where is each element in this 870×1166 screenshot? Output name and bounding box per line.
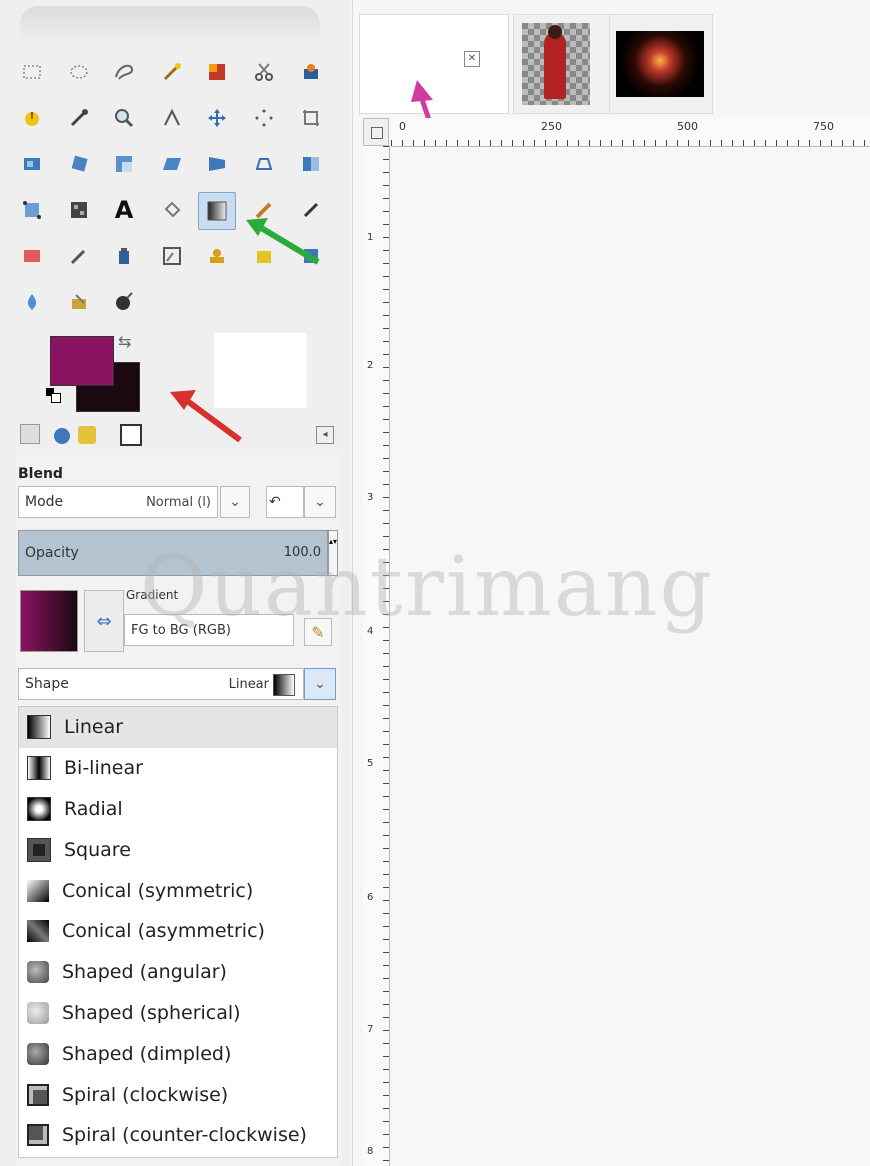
menu-item-label: Bi-linear (64, 757, 143, 780)
mode-value: Normal (l) (146, 494, 211, 510)
green-annotation-arrow (256, 223, 320, 265)
shape-option-bilinear[interactable]: Bi-linear (19, 748, 337, 789)
shape-row: Shape Linear (18, 668, 304, 700)
ruler-v-label-0: 1 (367, 232, 374, 243)
shaped-spherical-icon (27, 1001, 49, 1024)
radial-gradient-icon (27, 796, 51, 821)
mode-row: Mode Normal (l) (18, 486, 218, 518)
linear-gradient-icon (27, 715, 51, 740)
menu-item-label: Shaped (spherical) (62, 1001, 241, 1024)
tool-options-tab-icon[interactable] (20, 424, 40, 444)
shape-option-spiral-clockwise[interactable]: Spiral (clockwise) (19, 1074, 337, 1115)
conical-asymmetric-icon (27, 920, 49, 943)
device-status-tab-icon[interactable] (54, 428, 70, 444)
ruler-v-label-4: 5 (367, 758, 374, 769)
ruler-v-label-7: 8 (367, 1146, 374, 1157)
ruler-h-label-2: 500 (677, 120, 698, 133)
square-gradient-icon (27, 837, 51, 862)
ruler-v-label-2: 3 (367, 492, 374, 503)
shaped-angular-icon (27, 961, 49, 984)
shape-option-spiral-counter-clockwise[interactable]: Spiral (counter-clockwise) (19, 1115, 337, 1156)
ruler-v-label-5: 6 (367, 892, 374, 903)
shape-option-shaped-spherical[interactable]: Shaped (spherical) (19, 993, 337, 1034)
shape-value: Linear (228, 676, 269, 692)
image-canvas[interactable] (391, 147, 870, 1166)
shape-dropdown-button[interactable]: ⌄ (304, 668, 336, 700)
blend-heading: Blend (18, 466, 63, 482)
shape-option-shaped-dimpled[interactable]: Shaped (dimpled) (19, 1033, 337, 1074)
gradient-preview-button[interactable] (20, 590, 78, 652)
conical-symmetric-icon (27, 879, 49, 902)
shape-option-conical-symmetric[interactable]: Conical (symmetric) (19, 870, 337, 911)
spiral-clockwise-icon (27, 1083, 49, 1106)
spiral-counter-clockwise-icon (27, 1124, 49, 1147)
image-tab-spark-photo[interactable] (609, 14, 713, 114)
ruler-h-label-3: 750 (813, 120, 834, 133)
menu-item-label: Square (64, 838, 131, 861)
mode-reset-button[interactable]: ↶ (266, 486, 304, 518)
watermark-text: Quantrimang (140, 540, 715, 635)
menu-item-label: Shaped (dimpled) (62, 1042, 232, 1065)
spark-photo-thumbnail (616, 31, 704, 97)
menu-item-label: Spiral (counter-clockwise) (62, 1124, 307, 1147)
mode-extra-dropdown-button[interactable]: ⌄ (304, 486, 336, 518)
horizontal-ruler[interactable]: 0 250 500 750 (391, 118, 870, 147)
ruler-h-label-0: 0 (399, 120, 406, 133)
shape-option-conical-asymmetric[interactable]: Conical (asymmetric) (19, 911, 337, 952)
menu-item-label: Linear (64, 716, 124, 739)
close-tab-icon[interactable]: ✕ (464, 51, 480, 67)
menu-item-label: Conical (symmetric) (62, 879, 254, 902)
undo-history-tab-icon[interactable] (78, 426, 96, 444)
vertical-ruler[interactable]: 1 2 3 4 5 6 7 8 (363, 146, 390, 1166)
reverse-gradient-button[interactable]: ⇔ (84, 590, 124, 652)
image-tab-woman-photo[interactable] (513, 14, 611, 114)
shape-label: Shape (25, 676, 69, 692)
shape-option-square[interactable]: Square (19, 829, 337, 870)
menu-item-label: Shaped (angular) (62, 961, 227, 984)
ruler-h-label-1: 250 (541, 120, 562, 133)
images-tab-icon[interactable] (120, 424, 142, 446)
shaped-dimpled-icon (27, 1042, 49, 1065)
mode-label: Mode (25, 494, 64, 510)
dock-tabs-row: ◂ (16, 420, 336, 450)
ruler-v-label-6: 7 (367, 1024, 374, 1035)
configure-tab-icon[interactable]: ◂ (316, 426, 334, 444)
woman-photo-thumbnail (522, 23, 590, 105)
shape-option-linear[interactable]: Linear (19, 707, 337, 748)
shape-option-radial[interactable]: Radial (19, 789, 337, 830)
shape-dropdown-menu: Linear Bi-linear Radial Square Conical (… (18, 706, 338, 1158)
ruler-corner-button[interactable] (363, 118, 389, 146)
menu-item-label: Conical (asymmetric) (62, 920, 265, 943)
menu-item-label: Radial (64, 797, 123, 820)
mode-dropdown-button[interactable]: ⌄ (220, 486, 250, 518)
ruler-v-label-1: 2 (367, 360, 374, 371)
shape-value-icon (273, 674, 295, 696)
bilinear-gradient-icon (27, 756, 51, 781)
menu-item-label: Spiral (clockwise) (62, 1083, 229, 1106)
shape-option-shaped-angular[interactable]: Shaped (angular) (19, 952, 337, 993)
opacity-label: Opacity (25, 545, 79, 561)
